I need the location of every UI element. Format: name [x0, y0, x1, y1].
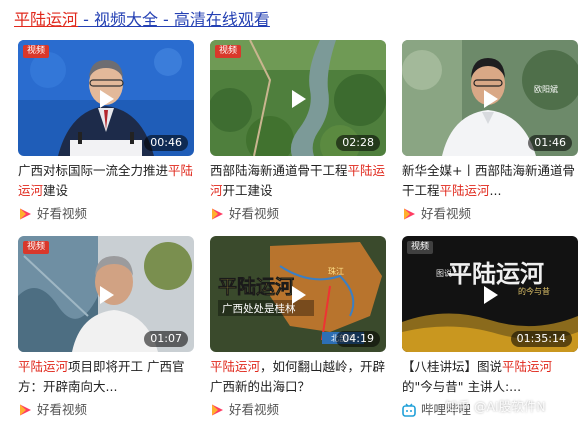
title-text: 西部陆海新通道骨干工程	[210, 163, 348, 178]
overlay-title: 平陆运河	[218, 275, 294, 298]
video-duration: 04:19	[336, 331, 380, 347]
video-thumbnail[interactable]: 图说 平陆运河 的今与昔 视频 01:35:14	[402, 236, 578, 352]
play-icon[interactable]	[287, 88, 309, 110]
title-text: 广西对标国际一流全力推进	[18, 163, 169, 178]
overlay-subtitle: 广西处处是桂林	[222, 302, 296, 315]
haokan-play-icon	[18, 207, 32, 221]
video-duration: 01:46	[528, 135, 572, 151]
source-name: 好看视频	[421, 206, 472, 221]
source-name: 好看视频	[229, 206, 280, 221]
title-keyword-link[interactable]: 平陆运河	[14, 10, 78, 29]
video-title-link[interactable]: 平陆运河，如何翻山越岭，开辟广西新的出海口？	[210, 357, 386, 397]
overlay-suffix: 的今与昔	[518, 286, 550, 296]
source-name: 好看视频	[37, 402, 88, 417]
video-title-link[interactable]: 【八桂讲坛】图说平陆运河的"今与昔" 主讲人:...	[402, 357, 578, 397]
haokan-play-icon	[210, 403, 224, 417]
video-thumbnail[interactable]: 视频 01:07	[18, 236, 194, 352]
video-badge: 视频	[23, 45, 50, 58]
video-badge: 视频	[215, 45, 242, 58]
video-source[interactable]: 好看视频	[18, 205, 87, 223]
title-keyword: 平陆运河	[210, 359, 261, 374]
title-text: 的"今与昔" 主讲人:...	[402, 379, 522, 394]
video-duration: 02:28	[336, 135, 380, 151]
title-text: 【八桂讲坛】图说	[402, 359, 503, 374]
video-thumbnail[interactable]: 视频 02:28	[210, 40, 386, 156]
video-title-link[interactable]: 广西对标国际一流全力推进平陆运河建设	[18, 161, 194, 201]
bilibili-tv-icon	[402, 403, 416, 417]
haokan-play-icon	[210, 207, 224, 221]
video-source[interactable]: 好看视频	[18, 401, 87, 419]
title-rest-link[interactable]: - 视频大全 - 高清在线观看	[78, 10, 270, 29]
video-duration: 01:07	[144, 331, 188, 347]
play-icon[interactable]	[479, 88, 501, 110]
page-title[interactable]: 平陆运河 - 视频大全 - 高清在线观看	[14, 7, 270, 33]
watermark: 知乎 @AI股软件N	[445, 399, 546, 414]
source-name: 好看视频	[37, 206, 88, 221]
play-icon[interactable]	[287, 284, 309, 306]
title-text: ...	[489, 183, 502, 198]
title-keyword: 平陆运河	[18, 359, 69, 374]
video-thumbnail[interactable]: 北部湾 珠江 平陆运河 广西处处是桂林 04:19	[210, 236, 386, 352]
play-icon[interactable]	[479, 284, 501, 306]
video-source[interactable]: 好看视频	[210, 401, 279, 419]
video-title-link[interactable]: 平陆运河项目即将开工 广西官方：开辟南向大...	[18, 357, 194, 397]
title-keyword: 平陆运河	[439, 183, 490, 198]
video-thumbnail[interactable]: 欧阳斌 01:46	[402, 40, 578, 156]
play-icon[interactable]	[95, 284, 117, 306]
source-name: 好看视频	[229, 402, 280, 417]
title-text: 开工建设	[222, 183, 273, 198]
video-thumbnail[interactable]: 视频 00:46	[18, 40, 194, 156]
haokan-play-icon	[18, 403, 32, 417]
video-source[interactable]: 好看视频	[210, 205, 279, 223]
video-badge: 视频	[407, 241, 434, 254]
video-title-link[interactable]: 西部陆海新通道骨干工程平陆运河开工建设	[210, 161, 386, 201]
play-icon[interactable]	[95, 88, 117, 110]
title-keyword: 平陆运河	[502, 359, 553, 374]
video-title-link[interactable]: 新华全媒+丨西部陆海新通道骨干工程平陆运河...	[402, 161, 578, 201]
name-caption: 欧阳斌	[534, 84, 558, 94]
haokan-play-icon	[402, 207, 416, 221]
map-label-zhujiang: 珠江	[328, 266, 344, 276]
video-duration: 01:35:14	[510, 331, 572, 347]
video-badge: 视频	[23, 241, 50, 254]
title-text: 建设	[43, 183, 69, 198]
video-duration: 00:46	[144, 135, 188, 151]
video-source[interactable]: 好看视频	[402, 205, 471, 223]
